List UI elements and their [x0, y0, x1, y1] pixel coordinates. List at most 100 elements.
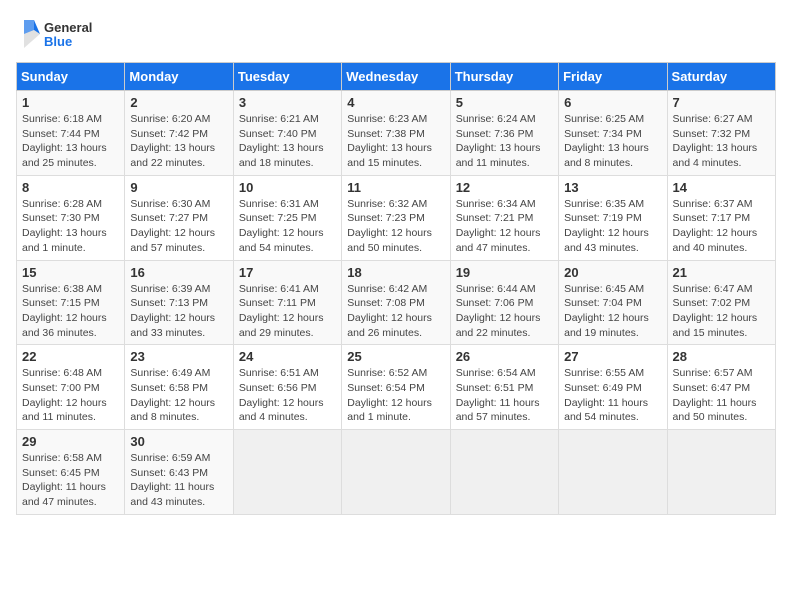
day-info: Sunrise: 6:24 AM Sunset: 7:36 PM Dayligh…	[456, 112, 553, 171]
calendar-day-22: 22Sunrise: 6:48 AM Sunset: 7:00 PM Dayli…	[17, 345, 125, 430]
empty-cell	[667, 430, 775, 515]
day-number: 8	[22, 180, 119, 195]
day-number: 2	[130, 95, 227, 110]
day-info: Sunrise: 6:34 AM Sunset: 7:21 PM Dayligh…	[456, 197, 553, 256]
day-number: 24	[239, 349, 336, 364]
calendar-day-3: 3 Sunrise: 6:21 AM Sunset: 7:40 PM Daylig…	[233, 91, 341, 176]
calendar-day-15: 15 Sunrise: 6:38 AM Sunset: 7:15 PM Dayli…	[17, 260, 125, 345]
day-info: Sunrise: 6:42 AM Sunset: 7:08 PM Dayligh…	[347, 282, 444, 341]
day-number: 7	[673, 95, 770, 110]
calendar-day-10: 10 Sunrise: 6:31 AM Sunset: 7:25 PM Dayli…	[233, 175, 341, 260]
empty-cell	[233, 430, 341, 515]
day-info: Sunrise: 6:30 AM Sunset: 7:27 PM Dayligh…	[130, 197, 227, 256]
day-info: Sunrise: 6:39 AM Sunset: 7:13 PM Dayligh…	[130, 282, 227, 341]
day-info: Sunrise: 6:54 AM Sunset: 6:51 PM Dayligh…	[456, 366, 553, 425]
weekday-header-tuesday: Tuesday	[233, 63, 341, 91]
day-number: 16	[130, 265, 227, 280]
calendar-day-6: 6Sunrise: 6:25 AM Sunset: 7:34 PM Daylig…	[559, 91, 667, 176]
calendar-week-3: 15 Sunrise: 6:38 AM Sunset: 7:15 PM Dayli…	[17, 260, 776, 345]
day-info: Sunrise: 6:48 AM Sunset: 7:00 PM Dayligh…	[22, 366, 119, 425]
calendar-day-2: 2 Sunrise: 6:20 AM Sunset: 7:42 PM Daylig…	[125, 91, 233, 176]
calendar-day-24: 24 Sunrise: 6:51 AM Sunset: 6:56 PM Dayli…	[233, 345, 341, 430]
calendar-day-28: 28 Sunrise: 6:57 AM Sunset: 6:47 PM Dayli…	[667, 345, 775, 430]
calendar-day-29: 29 Sunrise: 6:58 AM Sunset: 6:45 PM Dayli…	[17, 430, 125, 515]
weekday-header-sunday: Sunday	[17, 63, 125, 91]
day-info: Sunrise: 6:47 AM Sunset: 7:02 PM Dayligh…	[673, 282, 770, 341]
day-number: 21	[673, 265, 770, 280]
day-number: 15	[22, 265, 119, 280]
day-info: Sunrise: 6:38 AM Sunset: 7:15 PM Dayligh…	[22, 282, 119, 341]
calendar-day-19: 19 Sunrise: 6:44 AM Sunset: 7:06 PM Dayli…	[450, 260, 558, 345]
day-number: 19	[456, 265, 553, 280]
empty-cell	[559, 430, 667, 515]
calendar-day-17: 17 Sunrise: 6:41 AM Sunset: 7:11 PM Dayli…	[233, 260, 341, 345]
day-number: 9	[130, 180, 227, 195]
svg-text:General: General	[44, 20, 92, 35]
calendar-day-13: 13Sunrise: 6:35 AM Sunset: 7:19 PM Dayli…	[559, 175, 667, 260]
weekday-header-friday: Friday	[559, 63, 667, 91]
weekday-header-row: SundayMondayTuesdayWednesdayThursdayFrid…	[17, 63, 776, 91]
day-info: Sunrise: 6:18 AM Sunset: 7:44 PM Dayligh…	[22, 112, 119, 171]
day-number: 12	[456, 180, 553, 195]
day-info: Sunrise: 6:23 AM Sunset: 7:38 PM Dayligh…	[347, 112, 444, 171]
calendar-day-7: 7 Sunrise: 6:27 AM Sunset: 7:32 PM Daylig…	[667, 91, 775, 176]
day-number: 17	[239, 265, 336, 280]
logo: General Blue	[16, 16, 106, 52]
calendar-day-14: 14Sunrise: 6:37 AM Sunset: 7:17 PM Dayli…	[667, 175, 775, 260]
day-info: Sunrise: 6:49 AM Sunset: 6:58 PM Dayligh…	[130, 366, 227, 425]
calendar-day-27: 27 Sunrise: 6:55 AM Sunset: 6:49 PM Dayli…	[559, 345, 667, 430]
day-number: 4	[347, 95, 444, 110]
weekday-header-wednesday: Wednesday	[342, 63, 450, 91]
day-number: 27	[564, 349, 661, 364]
calendar-week-4: 22Sunrise: 6:48 AM Sunset: 7:00 PM Dayli…	[17, 345, 776, 430]
calendar-day-1: 1 Sunrise: 6:18 AM Sunset: 7:44 PM Daylig…	[17, 91, 125, 176]
calendar-day-5: 5Sunrise: 6:24 AM Sunset: 7:36 PM Daylig…	[450, 91, 558, 176]
calendar-day-20: 20Sunrise: 6:45 AM Sunset: 7:04 PM Dayli…	[559, 260, 667, 345]
day-info: Sunrise: 6:27 AM Sunset: 7:32 PM Dayligh…	[673, 112, 770, 171]
calendar-day-8: 8 Sunrise: 6:28 AM Sunset: 7:30 PM Daylig…	[17, 175, 125, 260]
day-number: 26	[456, 349, 553, 364]
day-info: Sunrise: 6:57 AM Sunset: 6:47 PM Dayligh…	[673, 366, 770, 425]
day-info: Sunrise: 6:59 AM Sunset: 6:43 PM Dayligh…	[130, 451, 227, 510]
day-number: 25	[347, 349, 444, 364]
logo-svg: General Blue	[16, 16, 106, 52]
calendar-week-5: 29 Sunrise: 6:58 AM Sunset: 6:45 PM Dayli…	[17, 430, 776, 515]
day-info: Sunrise: 6:58 AM Sunset: 6:45 PM Dayligh…	[22, 451, 119, 510]
weekday-header-monday: Monday	[125, 63, 233, 91]
day-number: 10	[239, 180, 336, 195]
weekday-header-thursday: Thursday	[450, 63, 558, 91]
calendar-day-9: 9 Sunrise: 6:30 AM Sunset: 7:27 PM Daylig…	[125, 175, 233, 260]
day-info: Sunrise: 6:41 AM Sunset: 7:11 PM Dayligh…	[239, 282, 336, 341]
calendar-week-2: 8 Sunrise: 6:28 AM Sunset: 7:30 PM Daylig…	[17, 175, 776, 260]
empty-cell	[342, 430, 450, 515]
calendar-day-12: 12 Sunrise: 6:34 AM Sunset: 7:21 PM Dayli…	[450, 175, 558, 260]
calendar-table: SundayMondayTuesdayWednesdayThursdayFrid…	[16, 62, 776, 515]
day-info: Sunrise: 6:32 AM Sunset: 7:23 PM Dayligh…	[347, 197, 444, 256]
day-number: 14	[673, 180, 770, 195]
header: General Blue	[16, 16, 776, 52]
day-info: Sunrise: 6:51 AM Sunset: 6:56 PM Dayligh…	[239, 366, 336, 425]
day-number: 11	[347, 180, 444, 195]
day-number: 23	[130, 349, 227, 364]
day-info: Sunrise: 6:25 AM Sunset: 7:34 PM Dayligh…	[564, 112, 661, 171]
calendar-day-4: 4 Sunrise: 6:23 AM Sunset: 7:38 PM Daylig…	[342, 91, 450, 176]
weekday-header-saturday: Saturday	[667, 63, 775, 91]
day-number: 29	[22, 434, 119, 449]
day-number: 18	[347, 265, 444, 280]
day-info: Sunrise: 6:45 AM Sunset: 7:04 PM Dayligh…	[564, 282, 661, 341]
day-info: Sunrise: 6:31 AM Sunset: 7:25 PM Dayligh…	[239, 197, 336, 256]
day-number: 3	[239, 95, 336, 110]
day-number: 1	[22, 95, 119, 110]
day-info: Sunrise: 6:20 AM Sunset: 7:42 PM Dayligh…	[130, 112, 227, 171]
calendar-day-25: 25Sunrise: 6:52 AM Sunset: 6:54 PM Dayli…	[342, 345, 450, 430]
calendar-week-1: 1 Sunrise: 6:18 AM Sunset: 7:44 PM Daylig…	[17, 91, 776, 176]
day-number: 30	[130, 434, 227, 449]
day-info: Sunrise: 6:28 AM Sunset: 7:30 PM Dayligh…	[22, 197, 119, 256]
empty-cell	[450, 430, 558, 515]
day-number: 28	[673, 349, 770, 364]
day-info: Sunrise: 6:55 AM Sunset: 6:49 PM Dayligh…	[564, 366, 661, 425]
svg-text:Blue: Blue	[44, 34, 72, 49]
day-info: Sunrise: 6:44 AM Sunset: 7:06 PM Dayligh…	[456, 282, 553, 341]
calendar-day-18: 18 Sunrise: 6:42 AM Sunset: 7:08 PM Dayli…	[342, 260, 450, 345]
day-info: Sunrise: 6:21 AM Sunset: 7:40 PM Dayligh…	[239, 112, 336, 171]
